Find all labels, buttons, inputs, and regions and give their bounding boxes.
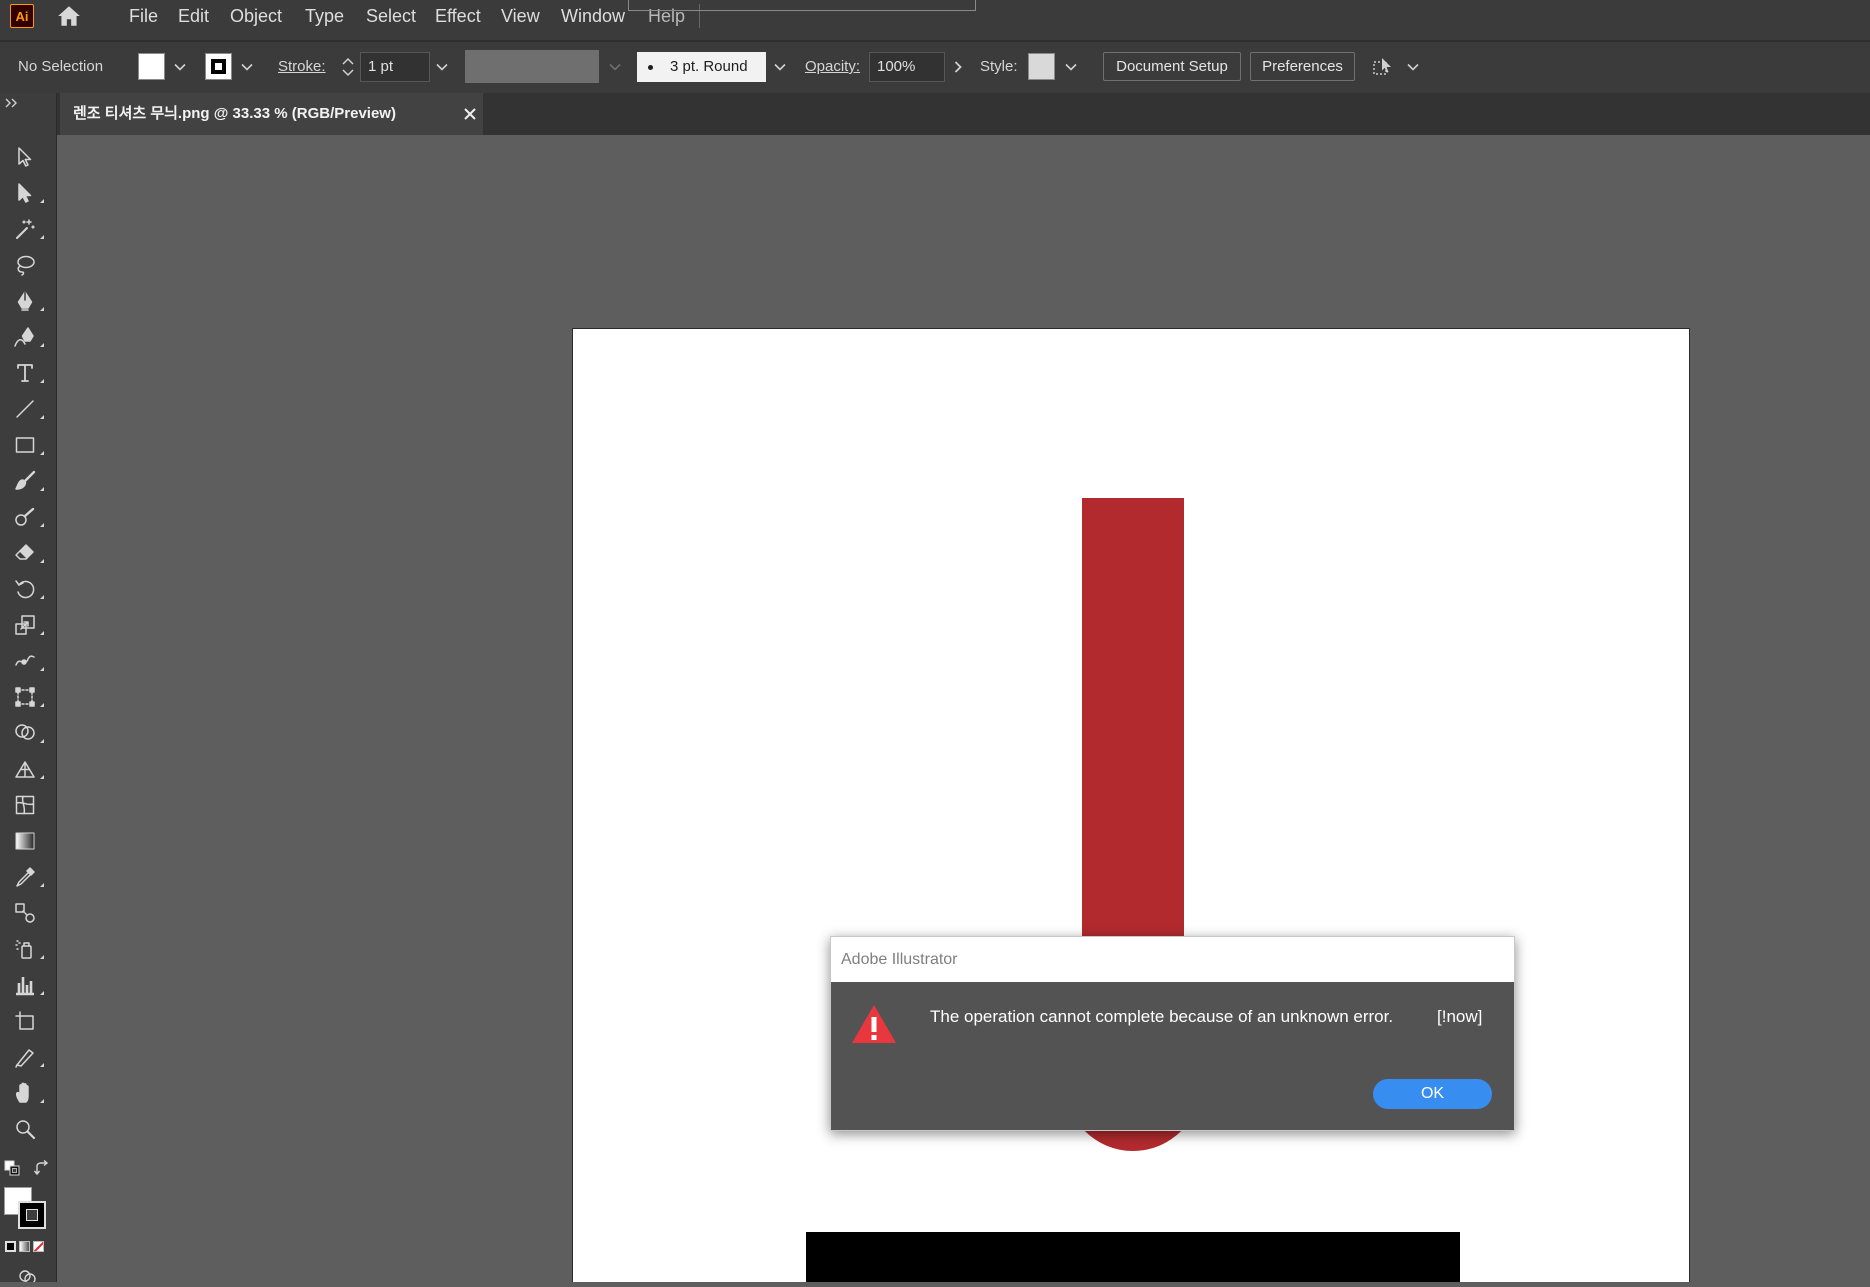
chevron-right-icon[interactable]	[948, 53, 968, 81]
eyedropper-tool-icon[interactable]	[0, 859, 50, 895]
color-mode-icon[interactable]	[5, 1241, 16, 1252]
menu-type[interactable]: Type	[305, 4, 344, 28]
chevron-down-icon[interactable]	[172, 53, 188, 81]
chevron-down-icon	[607, 53, 623, 81]
lasso-tool-icon[interactable]	[0, 247, 50, 283]
variable-width-profile	[465, 50, 599, 83]
perspective-grid-tool-icon[interactable]	[0, 751, 50, 787]
menu-window[interactable]: Window	[561, 4, 625, 28]
column-graph-tool-icon[interactable]	[0, 967, 50, 1003]
stroke-color-swatch[interactable]	[205, 53, 232, 80]
dialog-titlebar[interactable]: Adobe Illustrator	[831, 937, 1514, 982]
artboard-tool-icon[interactable]	[0, 1003, 50, 1039]
brush-preview-icon	[648, 65, 653, 70]
transform-options-icon[interactable]	[1371, 55, 1395, 79]
close-icon[interactable]	[463, 107, 477, 121]
stroke-indicator-inner	[26, 1209, 38, 1221]
brush-definition-dropdown[interactable]: 3 pt. Round	[637, 52, 766, 82]
ok-button[interactable]: OK	[1373, 1079, 1492, 1109]
blob-brush-tool-icon[interactable]	[0, 499, 50, 535]
chevron-down-icon[interactable]	[239, 53, 255, 81]
default-fill-stroke-icon[interactable]	[4, 1160, 20, 1176]
rotate-tool-icon[interactable]	[0, 571, 50, 607]
paintbrush-tool-icon[interactable]	[0, 463, 50, 499]
direct-selection-tool-icon[interactable]	[0, 175, 50, 211]
collapse-panel-icon[interactable]	[5, 95, 19, 108]
shape-builder-tool-icon[interactable]	[0, 715, 50, 751]
fill-color-swatch[interactable]	[138, 53, 165, 80]
menu-view[interactable]: View	[501, 4, 540, 28]
zoom-tool-icon[interactable]	[0, 1111, 50, 1147]
dialog-title: Adobe Illustrator	[841, 951, 958, 968]
chevron-down-icon[interactable]	[1063, 53, 1079, 81]
blend-tool-icon[interactable]	[0, 895, 50, 931]
scale-tool-icon[interactable]	[0, 607, 50, 643]
line-segment-tool-icon[interactable]	[0, 391, 50, 427]
document-tab[interactable]: 렌조 티셔츠 무늬.png @ 33.33 % (RGB/Preview)	[60, 93, 483, 135]
brush-definition-label: 3 pt. Round	[670, 58, 748, 75]
dialog-error-code: [!now]	[1437, 1007, 1483, 1026]
chevron-down-icon[interactable]	[1405, 53, 1421, 81]
gradient-tool-icon[interactable]	[0, 823, 50, 859]
pen-tool-icon[interactable]	[0, 283, 50, 319]
swap-fill-stroke-icon[interactable]	[33, 1159, 50, 1176]
graphic-style-swatch[interactable]	[1028, 53, 1055, 80]
magic-wand-tool-icon[interactable]	[0, 211, 50, 247]
gradient-mode-icon[interactable]	[19, 1241, 30, 1252]
dialog-message: The operation cannot complete because of…	[930, 1007, 1394, 1026]
type-tool-icon[interactable]	[0, 355, 50, 391]
curvature-tool-icon[interactable]	[0, 319, 50, 355]
artwork-black-rect[interactable]	[806, 1232, 1460, 1282]
floating-panel-edge	[628, 0, 976, 11]
menu-effect[interactable]: Effect	[435, 4, 481, 28]
stroke-weight-stepper-icon[interactable]	[340, 52, 356, 82]
chevron-down-icon[interactable]	[772, 53, 788, 81]
stroke-label[interactable]: Stroke:	[278, 53, 326, 81]
menu-file[interactable]: File	[129, 4, 158, 28]
width-tool-icon[interactable]	[0, 643, 50, 679]
document-setup-button[interactable]: Document Setup	[1103, 52, 1241, 81]
menu-select[interactable]: Select	[366, 4, 416, 28]
opacity-label[interactable]: Opacity:	[805, 53, 860, 81]
none-mode-icon[interactable]	[33, 1241, 44, 1252]
stroke-indicator[interactable]	[18, 1201, 46, 1229]
menu-object[interactable]: Object	[230, 4, 282, 28]
menu-edit[interactable]: Edit	[178, 4, 209, 28]
warning-icon	[851, 1003, 897, 1045]
chevron-down-icon[interactable]	[434, 53, 450, 81]
tool-list	[0, 139, 57, 1147]
stroke-weight-field[interactable]: 1 pt	[360, 52, 430, 82]
hand-tool-icon[interactable]	[0, 1075, 50, 1111]
home-icon[interactable]	[55, 3, 83, 29]
slice-tool-icon[interactable]	[0, 1039, 50, 1075]
free-transform-tool-icon[interactable]	[0, 679, 50, 715]
eraser-tool-icon[interactable]	[0, 535, 50, 571]
selection-status: No Selection	[18, 58, 104, 75]
stroke-swatch-inner	[211, 59, 226, 74]
style-label: Style:	[980, 58, 1018, 75]
rectangle-tool-icon[interactable]	[0, 427, 50, 463]
opacity-field[interactable]: 100%	[869, 52, 945, 82]
symbol-sprayer-tool-icon[interactable]	[0, 931, 50, 967]
preferences-button[interactable]: Preferences	[1250, 52, 1355, 81]
app-logo: Ai	[10, 4, 34, 28]
selection-tool-icon[interactable]	[0, 139, 50, 175]
draw-mode-icon[interactable]	[17, 1267, 37, 1285]
mesh-tool-icon[interactable]	[0, 787, 50, 823]
error-dialog: Adobe Illustrator The operation cannot c…	[830, 936, 1515, 1131]
document-tab-title: 렌조 티셔츠 무늬.png @ 33.33 % (RGB/Preview)	[73, 105, 396, 122]
